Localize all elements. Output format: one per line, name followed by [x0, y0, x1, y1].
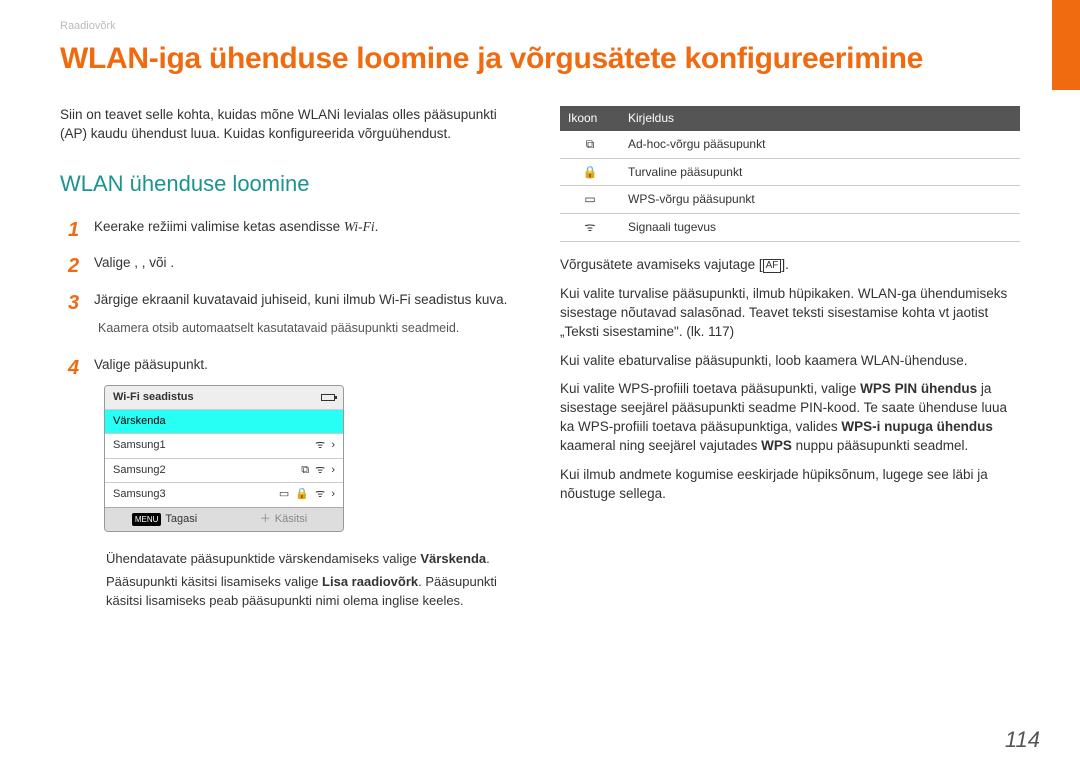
table-row: 🔒 Turvaline pääsupunkt	[560, 158, 1020, 186]
table-row: ▭ WPS-võrgu pääsupunkt	[560, 186, 1020, 214]
step-number: 4	[68, 354, 79, 382]
wifi-settings-screenshot: Wi-Fi seadistus Värskenda Samsung1 ᯤ › S…	[104, 385, 344, 532]
signal-icon: ᯤ	[560, 214, 620, 242]
page-title: WLAN-iga ühenduse loomine ja võrgusätete…	[60, 42, 1020, 76]
steps-list: 1 Keerake režiimi valimise ketas asendis…	[68, 218, 520, 611]
step-3-text: Järgige ekraanil kuvatavaid juhiseid, ku…	[94, 291, 520, 310]
step-4-text: Valige pääsupunkt.	[94, 356, 520, 375]
right-column: Ikoon Kirjeldus ⧉ Ad-hoc-võrgu pääsupunk…	[560, 106, 1020, 629]
screenshot-ap-row: Samsung2 ⧉ ᯤ ›	[105, 458, 343, 482]
lock-icon: 🔒	[560, 158, 620, 186]
step-4-extra: Ühendatavate pääsupunktide värskendamise…	[106, 550, 520, 611]
section-heading: WLAN ühenduse loomine	[60, 169, 520, 200]
table-row: ᯤ Signaali tugevus	[560, 214, 1020, 242]
page-edge-tab	[1052, 0, 1080, 90]
right-p1: Võrgusätete avamiseks vajutage [AF].	[560, 256, 1020, 275]
signal-chevron-icon: ᯤ ›	[315, 438, 335, 453]
right-p5: Kui ilmub andmete kogumise eeskirjade hü…	[560, 466, 1020, 504]
menu-badge-icon: MENU	[132, 513, 162, 526]
step-2: 2 Valige , , või .	[68, 254, 520, 273]
wps-icon: ▭	[560, 186, 620, 214]
step-3-note: Kaamera otsib automaatselt kasutatavaid …	[98, 320, 520, 338]
icon-description-table: Ikoon Kirjeldus ⧉ Ad-hoc-võrgu pääsupunk…	[560, 106, 1020, 242]
extra-line-2: Pääsupunkti käsitsi lisamiseks valige Li…	[106, 573, 520, 611]
table-row: ⧉ Ad-hoc-võrgu pääsupunkt	[560, 131, 1020, 158]
screenshot-title-bar: Wi-Fi seadistus	[105, 386, 343, 409]
step-1-text: Keerake režiimi valimise ketas asendisse…	[94, 218, 520, 237]
step-number: 3	[68, 289, 79, 317]
right-p2: Kui valite turvalise pääsupunkti, ilmub …	[560, 285, 1020, 342]
step-4: 4 Valige pääsupunkt. Wi-Fi seadistus Vär…	[68, 356, 520, 611]
page-number: 114	[1005, 727, 1040, 753]
table-header-desc: Kirjeldus	[620, 106, 1020, 131]
adhoc-signal-chevron-icon: ⧉ ᯤ ›	[301, 463, 335, 478]
table-header-row: Ikoon Kirjeldus	[560, 106, 1020, 131]
battery-icon	[321, 394, 335, 401]
footer-back: MENU Tagasi	[105, 508, 224, 531]
wifi-mode-icon: Wi-Fi	[344, 219, 375, 234]
right-p4: Kui valite WPS-profiili toetava pääsupun…	[560, 380, 1020, 456]
plus-icon: ＋	[260, 512, 271, 527]
adhoc-icon: ⧉	[560, 131, 620, 158]
table-header-icon: Ikoon	[560, 106, 620, 131]
screenshot-footer: MENU Tagasi ＋ Käsitsi	[105, 507, 343, 531]
af-button-icon: AF	[763, 259, 782, 273]
step-number: 1	[68, 216, 79, 244]
step-3: 3 Järgige ekraanil kuvatavaid juhiseid, …	[68, 291, 520, 337]
left-column: Siin on teavet selle kohta, kuidas mõne …	[60, 106, 520, 629]
breadcrumb: Raadiovõrk	[60, 20, 1020, 32]
step-2-text: Valige , , või .	[94, 254, 520, 273]
intro-text: Siin on teavet selle kohta, kuidas mõne …	[60, 106, 520, 144]
wps-lock-signal-chevron-icon: ▭ 🔒 ᯤ ›	[279, 487, 335, 502]
footer-manual: ＋ Käsitsi	[224, 508, 343, 531]
step-number: 2	[68, 252, 79, 280]
step-1: 1 Keerake režiimi valimise ketas asendis…	[68, 218, 520, 237]
screenshot-refresh-row: Värskenda	[105, 409, 343, 433]
screenshot-ap-row: Samsung3 ▭ 🔒 ᯤ ›	[105, 482, 343, 506]
extra-line-1: Ühendatavate pääsupunktide värskendamise…	[106, 550, 520, 569]
right-p3: Kui valite ebaturvalise pääsupunkti, loo…	[560, 352, 1020, 371]
screenshot-ap-row: Samsung1 ᯤ ›	[105, 433, 343, 457]
